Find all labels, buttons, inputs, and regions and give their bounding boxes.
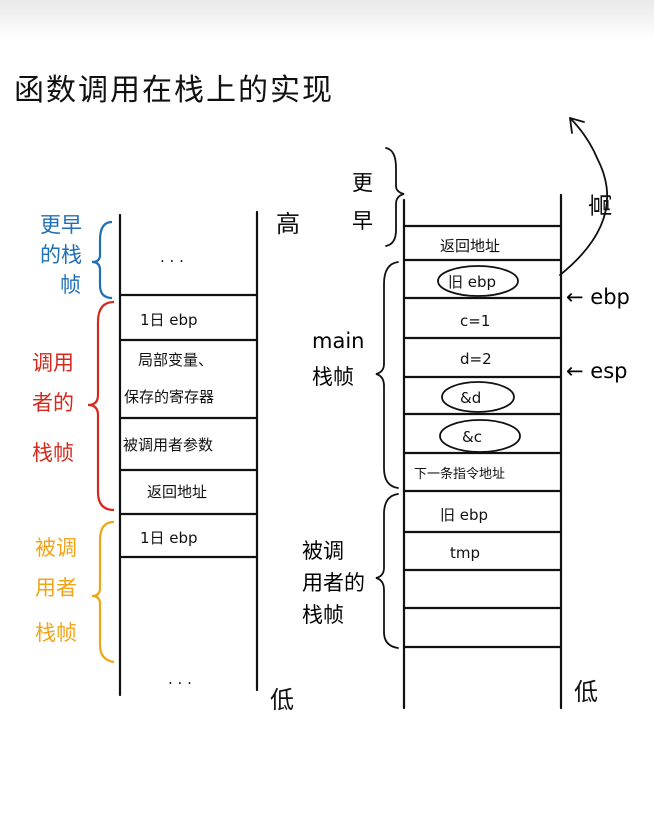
earlier-frame-line-2: 的栈 [40, 243, 82, 267]
left-cell-callee-args: 被调用者参数 [123, 436, 213, 454]
callee-frame-label: 被调 用者 栈帧 [35, 520, 115, 664]
main-frame-line-2: 栈帧 [312, 365, 354, 389]
right-cell-return-addr: 返回地址 [440, 237, 500, 255]
earlier-frame-label: 更早 的栈 帧 [40, 213, 113, 300]
right-cell-tmp: tmp [450, 544, 480, 562]
right-cell-addr-c: &c [462, 428, 482, 446]
right-cell-next-instr: 下一条指令地址 [414, 466, 505, 482]
earlier-frame-line-3: 帧 [60, 273, 81, 297]
ebp-pointer-label: ← ebp [566, 285, 630, 309]
right-earlier-brace [385, 147, 405, 247]
diagram-title: 函数调用在栈上的实现 [14, 73, 334, 108]
right-cell-addr-d: &d [460, 389, 481, 407]
right-earlier-label: 更 早 [352, 147, 405, 247]
right-callee-brace [375, 493, 399, 649]
right-earlier-line-1: 更 [352, 171, 373, 195]
left-stack-bottom-dots: . . . [168, 670, 192, 688]
red-brace [87, 300, 115, 512]
callee-frame-line-1: 被调 [35, 536, 77, 560]
main-frame-line-1: main [312, 329, 364, 353]
left-cell-old-ebp-1: 1日 ebp [140, 311, 198, 329]
right-callee-line-2: 用者的 [302, 571, 365, 595]
right-cell-old-ebp-main: 旧 ebp [448, 273, 496, 291]
stack-frame-diagram: 函数调用在栈上的实现 . . . 1日 ebp 局部变量、 保存的寄存器 被调用… [14, 73, 630, 714]
blue-brace [91, 220, 113, 300]
left-cell-old-ebp-2: 1日 ebp [140, 529, 198, 547]
caller-frame-line-1: 调用 [32, 351, 74, 375]
right-low-label: 低 [574, 678, 598, 706]
caller-frame-label: 调用 者的 栈帧 [32, 300, 115, 512]
left-high-label: 高 [276, 210, 300, 238]
right-cell-d: d=2 [460, 350, 492, 368]
right-earlier-line-2: 早 [352, 209, 373, 233]
right-stack: 返回地址 旧 ebp c=1 d=2 &d &c 下一条指令地址 旧 ebp t… [402, 193, 563, 710]
main-frame-label: main 栈帧 [312, 261, 399, 489]
right-callee-line-1: 被调 [302, 539, 344, 563]
earlier-frame-line-1: 更早 [40, 213, 82, 237]
esp-pointer-label: ← esp [566, 359, 627, 383]
right-cell-c: c=1 [460, 312, 490, 330]
left-low-label: 低 [270, 686, 294, 714]
right-cell-old-ebp-callee: 旧 ebp [440, 506, 488, 524]
orange-brace [91, 520, 115, 664]
left-stack: . . . 1日 ebp 局部变量、 保存的寄存器 被调用者参数 返回地址 1日… [118, 210, 259, 697]
right-callee-line-3: 栈帧 [302, 603, 344, 627]
main-frame-brace [375, 261, 399, 489]
left-cell-saved-regs: 保存的寄存器 [124, 388, 214, 406]
callee-frame-line-2: 用者 [35, 576, 77, 600]
right-callee-label: 被调 用者的 栈帧 [302, 493, 399, 649]
left-cell-return-addr: 返回地址 [147, 483, 207, 501]
left-cell-locals: 局部变量、 [138, 351, 213, 369]
right-high-label: 高 [587, 193, 615, 217]
callee-frame-line-3: 栈帧 [35, 621, 77, 645]
left-stack-top-dots: . . . [160, 248, 184, 266]
caller-frame-line-3: 栈帧 [32, 441, 74, 465]
caller-frame-line-2: 者的 [32, 391, 74, 415]
